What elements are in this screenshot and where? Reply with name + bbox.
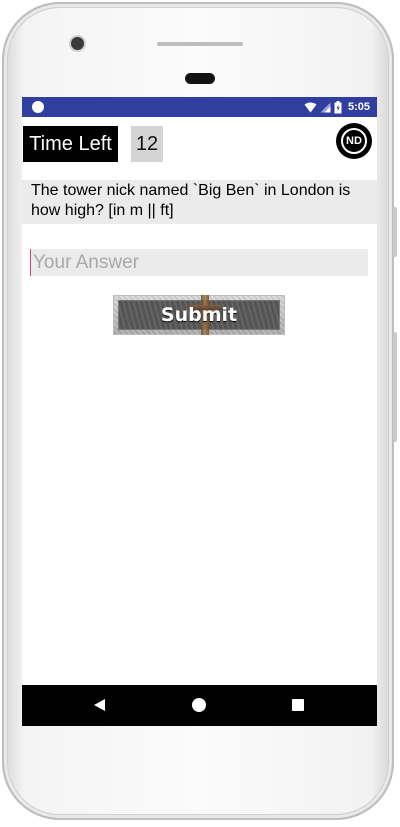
earpiece-speaker	[185, 73, 215, 84]
answer-input[interactable]	[30, 249, 368, 276]
back-triangle-icon[interactable]	[94, 699, 105, 711]
phone-frame: 5:05 Time Left 12 ND The tower nick name…	[2, 2, 397, 820]
question-text: The tower nick named `Big Ben` in London…	[31, 182, 351, 219]
navigation-bar	[22, 685, 377, 726]
wifi-icon	[304, 102, 317, 112]
quiz-screen: Time Left 12 ND The tower nick named `Bi…	[22, 117, 377, 683]
time-left-label: Time Left	[23, 126, 118, 162]
battery-icon	[334, 100, 342, 113]
nd-logo-icon: ND	[336, 123, 372, 159]
time-left-value: 12	[131, 126, 163, 162]
status-bar: 5:05	[22, 97, 377, 117]
status-icons: 5:05	[304, 99, 370, 115]
notification-dot-icon	[32, 101, 44, 113]
submit-label: Submit	[160, 304, 238, 326]
home-circle-icon[interactable]	[192, 698, 206, 712]
sensor-grille	[157, 42, 243, 46]
power-button	[393, 332, 397, 442]
submit-button-face: Submit	[119, 295, 279, 335]
front-camera-icon	[71, 37, 84, 50]
question-box: The tower nick named `Big Ben` in London…	[22, 180, 377, 224]
cell-signal-icon	[320, 102, 331, 112]
recents-square-icon[interactable]	[292, 699, 304, 711]
volume-button	[393, 207, 397, 257]
device-screen: 5:05 Time Left 12 ND The tower nick name…	[22, 97, 377, 726]
logo-text: ND	[341, 128, 367, 154]
submit-button[interactable]: Submit	[113, 295, 285, 335]
status-time: 5:05	[347, 101, 370, 113]
